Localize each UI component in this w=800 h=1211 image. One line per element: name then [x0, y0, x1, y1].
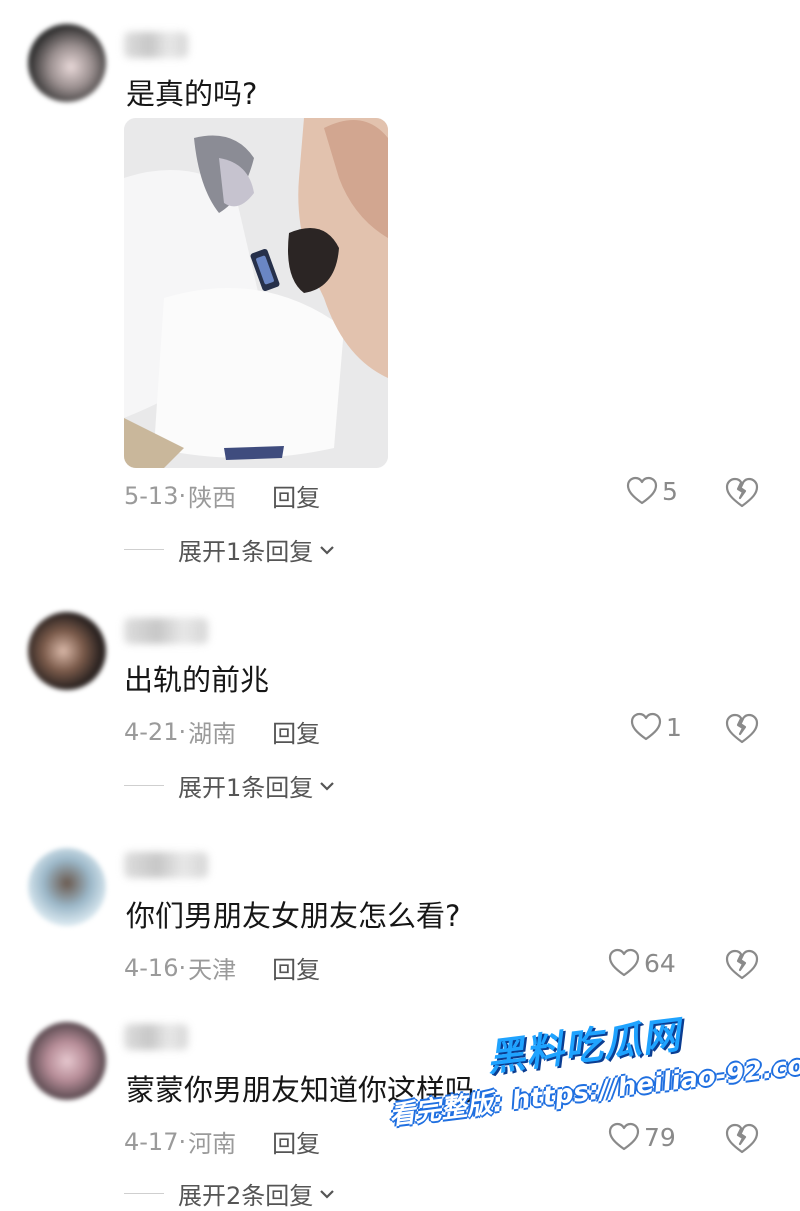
username-blurred[interactable]: [124, 1024, 188, 1050]
expand-replies-label: 展开1条回复: [178, 774, 314, 802]
avatar[interactable]: [28, 24, 106, 102]
reply-button[interactable]: 回复: [272, 478, 320, 513]
dislike-button[interactable]: [724, 948, 760, 984]
divider-line: [124, 548, 164, 551]
like-count: 64: [644, 948, 676, 978]
comment-image[interactable]: [124, 118, 388, 468]
divider-line: [124, 1192, 164, 1195]
username-blurred[interactable]: [124, 32, 188, 58]
chevron-down-icon: [320, 1189, 335, 1199]
broken-heart-icon: [725, 949, 759, 980]
heart-outline-icon: [608, 948, 640, 977]
comment-date: 5-13·: [124, 481, 187, 510]
dislike-button[interactable]: [724, 712, 760, 748]
expand-replies-button[interactable]: 展开1条回复: [124, 532, 335, 567]
comment-region: 湖南: [188, 720, 237, 748]
photo-content: [124, 118, 388, 468]
username-blurred[interactable]: [124, 618, 208, 644]
reply-button[interactable]: 回复: [272, 1124, 320, 1159]
broken-heart-icon: [725, 713, 759, 744]
watermark: 黑料吃瓜网 看完整版: https://heiliao-92.com: [380, 990, 800, 1189]
reply-button[interactable]: 回复: [272, 950, 320, 985]
comment-item: 是真的吗? 5-13· 陕西 回复 5 展开1条回复: [0, 0, 800, 580]
avatar[interactable]: [28, 848, 106, 926]
comment-date: 4-16·: [124, 953, 187, 982]
username-blurred[interactable]: [124, 852, 208, 878]
expand-replies-label: 展开2条回复: [178, 1182, 314, 1210]
chevron-down-icon: [320, 781, 335, 791]
comment-meta: 4-17· 河南 回复: [124, 1124, 320, 1159]
heart-outline-icon: [630, 712, 662, 741]
like-button[interactable]: 64: [608, 948, 676, 978]
like-count: 5: [662, 476, 678, 506]
comment-date: 4-21·: [124, 717, 187, 746]
comment-meta: 4-16· 天津 回复: [124, 950, 320, 985]
expand-replies-button[interactable]: 展开1条回复: [124, 768, 335, 803]
expand-replies-label: 展开1条回复: [178, 538, 314, 566]
comment-meta: 4-21· 湖南 回复: [124, 714, 320, 749]
comment-text: 你们男朋友女朋友怎么看?: [126, 899, 461, 933]
heart-outline-icon: [626, 476, 658, 505]
comment-region: 天津: [188, 956, 237, 984]
like-button[interactable]: 5: [626, 476, 678, 506]
broken-heart-icon: [725, 477, 759, 508]
comment-region: 河南: [188, 1130, 237, 1158]
chevron-down-icon: [320, 545, 335, 555]
dislike-button[interactable]: [724, 476, 760, 512]
avatar[interactable]: [28, 1022, 106, 1100]
like-button[interactable]: 1: [630, 712, 682, 742]
comment-date: 4-17·: [124, 1127, 187, 1156]
comment-text: 是真的吗?: [126, 77, 258, 111]
comment-meta: 5-13· 陕西 回复: [124, 478, 320, 513]
comment-region: 陕西: [188, 484, 237, 512]
avatar[interactable]: [28, 612, 106, 690]
like-count: 1: [666, 712, 682, 742]
expand-replies-button[interactable]: 展开2条回复: [124, 1176, 335, 1211]
divider-line: [124, 784, 164, 787]
reply-button[interactable]: 回复: [272, 714, 320, 749]
comment-text: 出轨的前兆: [124, 663, 270, 697]
